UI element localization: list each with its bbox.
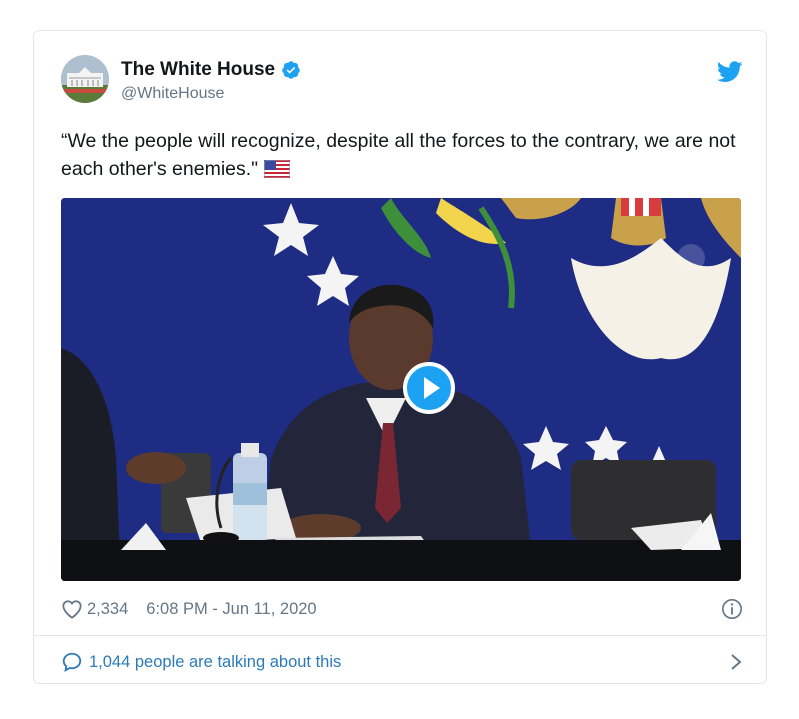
twitter-bird-icon[interactable] <box>717 61 743 83</box>
verified-badge-icon <box>282 61 300 79</box>
tweet-header: The White House @WhiteHouse <box>61 55 743 111</box>
tweet-meta: 2,334 6:08 PM - Jun 11, 2020 <box>61 596 743 622</box>
chevron-right-icon[interactable] <box>729 652 743 672</box>
conversation-link[interactable]: 1,044 people are talking about this <box>61 649 743 675</box>
info-icon[interactable] <box>721 598 743 620</box>
heart-icon[interactable] <box>61 599 83 619</box>
tweet-text: “We the people will recognize, despite a… <box>61 127 751 183</box>
video-player[interactable] <box>61 198 741 581</box>
speech-bubble-icon <box>62 652 82 672</box>
author-name-row[interactable]: The White House <box>121 59 301 81</box>
like-count[interactable]: 2,334 <box>87 600 128 619</box>
embedded-tweet-card[interactable]: The White House @WhiteHouse “We the peop… <box>33 30 767 684</box>
author-name[interactable]: The White House <box>121 59 275 81</box>
video-frame <box>61 198 741 581</box>
play-icon[interactable] <box>403 362 455 414</box>
us-flag-emoji <box>264 160 291 178</box>
tweet-timestamp[interactable]: 6:08 PM - Jun 11, 2020 <box>146 600 316 619</box>
conversation-text[interactable]: 1,044 people are talking about this <box>89 653 341 672</box>
author-handle[interactable]: @WhiteHouse <box>121 85 301 103</box>
divider <box>34 635 766 636</box>
avatar[interactable] <box>61 55 109 103</box>
tweet-text-body: “We the people will recognize, despite a… <box>61 130 736 180</box>
